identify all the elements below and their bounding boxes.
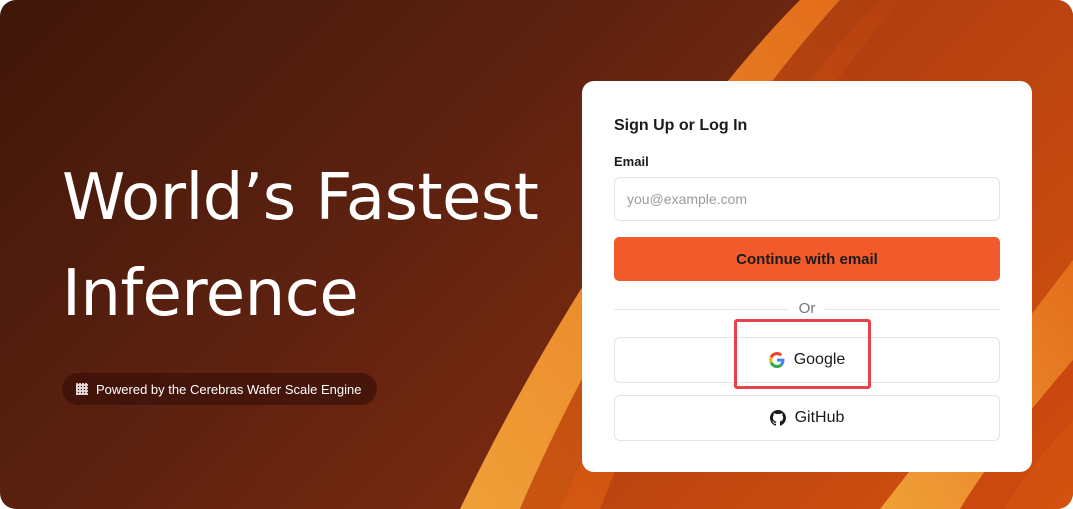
chip-icon [76,383,88,395]
divider-or: Or [582,300,1032,317]
github-icon [769,410,786,426]
divider-or-label: Or [788,300,826,317]
hero-title-line-1: World’s Fastest [62,161,539,235]
email-input[interactable] [614,177,1000,221]
continue-with-email-button[interactable]: Continue with email [614,237,1000,281]
google-login-button[interactable]: Google [614,337,1000,383]
signin-title: Sign Up or Log In [614,117,748,134]
github-login-label: GitHub [794,409,845,426]
hero-title-line-2: Inference [62,257,359,331]
email-label: Email [614,154,649,169]
powered-by-text: Powered by the Cerebras Wafer Scale Engi… [96,381,362,397]
powered-by-badge: Powered by the Cerebras Wafer Scale Engi… [62,373,378,405]
google-login-label: Google [793,351,846,368]
google-icon [768,352,785,368]
github-login-button[interactable]: GitHub [614,395,1000,441]
hero-title: World’s Fastest Inference [62,150,562,342]
signin-card: Sign Up or Log In Email Continue with em… [582,81,1032,472]
